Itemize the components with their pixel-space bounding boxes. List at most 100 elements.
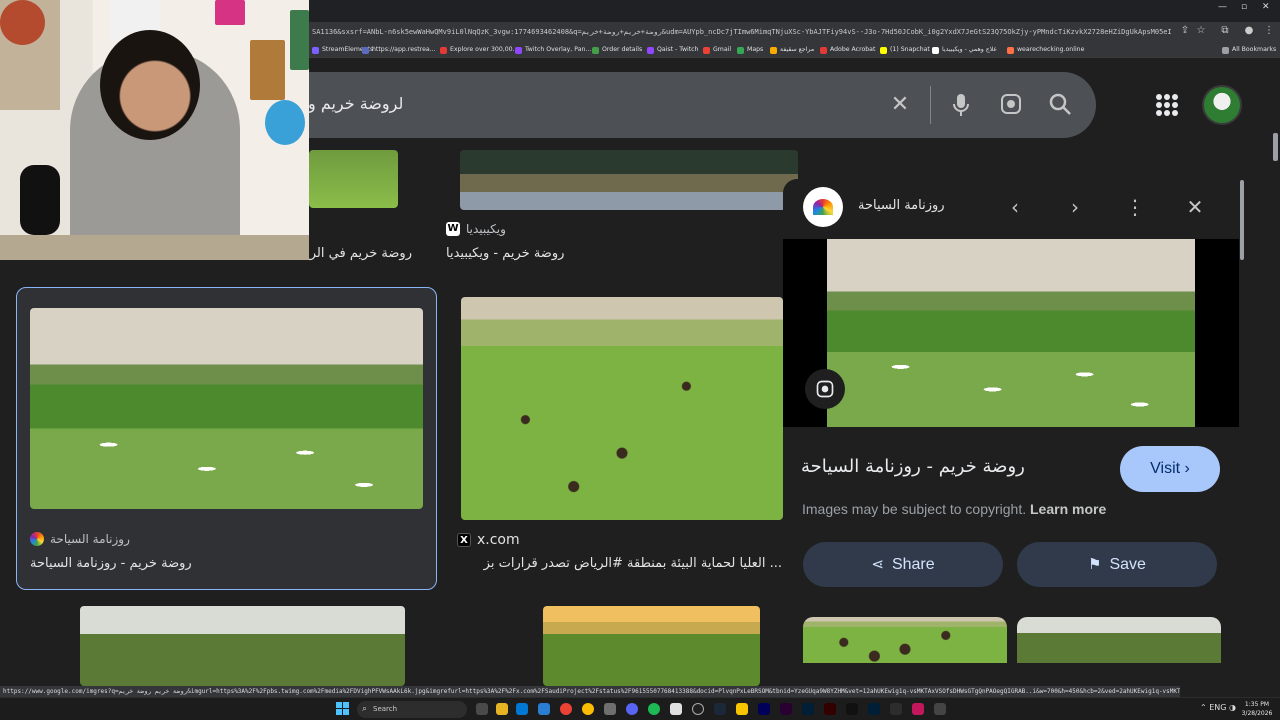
bookmark-item[interactable]: Maps: [737, 43, 763, 57]
site-logo[interactable]: [803, 187, 843, 227]
webcam-overlay: [0, 0, 309, 260]
page-scrollbar[interactable]: [1273, 133, 1278, 161]
panel-scrollbar[interactable]: [1240, 180, 1244, 260]
result-image[interactable]: [30, 308, 423, 509]
bookmark-item[interactable]: Qaist - Twitch: [647, 43, 698, 57]
app-icon[interactable]: [890, 703, 902, 715]
search-icon[interactable]: [1047, 92, 1073, 118]
result-title[interactable]: روضة خريم في الرياض ... سياحي ... عائلة …: [309, 246, 412, 261]
word-icon[interactable]: [538, 703, 550, 715]
bookmark-item[interactable]: wearechecking.online: [1007, 43, 1084, 57]
tiktok-icon[interactable]: [846, 703, 858, 715]
lens-icon[interactable]: [998, 92, 1024, 118]
app-icon[interactable]: [670, 703, 682, 715]
result-source[interactable]: Xx.com: [457, 532, 520, 548]
illustrator-icon[interactable]: [824, 703, 836, 715]
result-image[interactable]: [461, 297, 783, 520]
menu-icon[interactable]: ⋮: [1262, 25, 1276, 36]
calendar-icon[interactable]: [934, 703, 946, 715]
learn-more-link[interactable]: Learn more: [1030, 501, 1106, 517]
bookmark-item[interactable]: Explore over 300,00...: [440, 43, 519, 57]
share-page-icon[interactable]: ⇪: [1178, 25, 1192, 36]
chevron-left-icon[interactable]: ‹: [1001, 193, 1029, 221]
all-bookmarks[interactable]: All Bookmarks: [1222, 43, 1276, 57]
lens-icon[interactable]: [805, 369, 845, 409]
photoshop-icon[interactable]: [868, 703, 880, 715]
premiere-icon[interactable]: [780, 703, 792, 715]
app-icon[interactable]: [912, 703, 924, 715]
search-box[interactable]: لروضة خريم و ✕: [250, 72, 1096, 138]
steam-icon[interactable]: [714, 703, 726, 715]
file-explorer-icon[interactable]: [496, 703, 508, 715]
copyright-notice: Images may be subject to copyright. Lear…: [802, 501, 1107, 517]
status-bar-url: https://www.google.com/imgres?q=روضة خري…: [0, 686, 1180, 697]
taskbar: Search ⌃ ENG ◑ 1:35 PM3/28/2026: [0, 697, 1280, 720]
bookmark-item[interactable]: Adobe Acrobat: [820, 43, 875, 57]
bookmark-item[interactable]: (1) Snapchat: [880, 43, 930, 57]
outlook-icon[interactable]: [516, 703, 528, 715]
panel-header: [803, 187, 843, 227]
preview-image[interactable]: [827, 239, 1195, 427]
bookmark-item[interactable]: Twitch Overlay, Pan...: [515, 43, 591, 57]
panel-site-name[interactable]: روزنامة السياحة: [858, 198, 945, 213]
result-image[interactable]: [460, 150, 798, 210]
taskbar-clock[interactable]: 1:35 PM 3/28/2026: [1240, 700, 1274, 718]
related-image[interactable]: [1017, 617, 1221, 663]
task-view-icon[interactable]: [476, 703, 488, 715]
search-divider: [930, 86, 931, 124]
taskbar-search[interactable]: Search: [357, 701, 467, 718]
result-source[interactable]: W ويكيبيديا: [446, 222, 506, 236]
result-title[interactable]: ... العليا لحماية البيئة بمنطقة #الرياض …: [460, 556, 782, 571]
window-close-icon[interactable]: ✕: [1262, 2, 1270, 12]
address-bar[interactable]: SA1136&sxsrf=ANbL-n6sk5ewWaHwQMv9iL0lNqQ…: [312, 24, 1172, 40]
sticky-notes-icon[interactable]: [736, 703, 748, 715]
save-button[interactable]: ⚑ Save: [1017, 542, 1217, 587]
screen: — ▫ ✕ SA1136&sxsrf=ANbL-n6sk5ewWaHwQMv9i…: [0, 0, 1280, 720]
close-icon[interactable]: ✕: [1181, 193, 1209, 221]
minimize-icon[interactable]: —: [1218, 2, 1227, 12]
chrome-profile-icon[interactable]: [582, 703, 594, 715]
chrome-icon[interactable]: [560, 703, 572, 715]
more-vert-icon[interactable]: ⋮: [1121, 193, 1149, 221]
obs-icon[interactable]: [692, 703, 704, 715]
image-preview-panel: روزنامة السياحة ‹ › ⋮ ✕ روضة خريم - روزن…: [783, 179, 1245, 686]
start-button[interactable]: [336, 702, 349, 715]
result-image[interactable]: [80, 606, 405, 686]
site-favicon: [30, 532, 44, 546]
extensions-icon[interactable]: ⧉: [1218, 25, 1232, 36]
search-input[interactable]: لروضة خريم و: [308, 94, 403, 113]
system-tray[interactable]: ⌃ ENG ◑: [1200, 703, 1236, 712]
result-image[interactable]: [309, 150, 398, 208]
bookmark-item[interactable]: علاج وهمي - ويكيبيديا: [932, 43, 997, 57]
chevron-right-icon[interactable]: ›: [1061, 193, 1089, 221]
visit-button[interactable]: Visit ›: [1120, 446, 1220, 492]
preview-image-frame: [783, 239, 1239, 427]
wikipedia-icon: W: [446, 222, 460, 236]
avatar[interactable]: [1202, 85, 1242, 125]
bookmark-item[interactable]: Gmail: [703, 43, 731, 57]
spotify-icon[interactable]: [648, 703, 660, 715]
result-image[interactable]: [543, 606, 760, 686]
apps-icon[interactable]: [1156, 94, 1178, 116]
bookmark-item[interactable]: Order details: [592, 43, 642, 57]
chevron-right-icon: ›: [1184, 460, 1190, 477]
share-icon: ⋖: [871, 556, 884, 573]
share-button[interactable]: ⋖ Share: [803, 542, 1003, 587]
after-effects-icon[interactable]: [758, 703, 770, 715]
bookmark-folder[interactable]: مراجع سقيفة: [770, 43, 814, 57]
discord-icon[interactable]: [626, 703, 638, 715]
app-icon[interactable]: [604, 703, 616, 715]
result-title[interactable]: روضة خريم - روزنامة السياحة: [30, 556, 192, 571]
maximize-icon[interactable]: ▫: [1241, 2, 1247, 12]
bookmark-item[interactable]: https://app.restrea...: [362, 43, 436, 57]
close-icon[interactable]: ✕: [887, 92, 913, 118]
result-source[interactable]: روزنامة السياحة: [30, 532, 130, 546]
bookmark-star-icon[interactable]: ☆: [1194, 25, 1208, 36]
mic-icon[interactable]: [948, 92, 974, 118]
x-logo-icon: X: [457, 533, 471, 547]
result-title[interactable]: روضة خريم - ويكيبيديا: [446, 246, 564, 261]
preview-title[interactable]: روضة خريم - روزنامة السياحة: [801, 456, 1025, 477]
related-image[interactable]: [803, 617, 1007, 663]
profile-icon[interactable]: ●: [1242, 25, 1256, 36]
photoshop-icon[interactable]: [802, 703, 814, 715]
